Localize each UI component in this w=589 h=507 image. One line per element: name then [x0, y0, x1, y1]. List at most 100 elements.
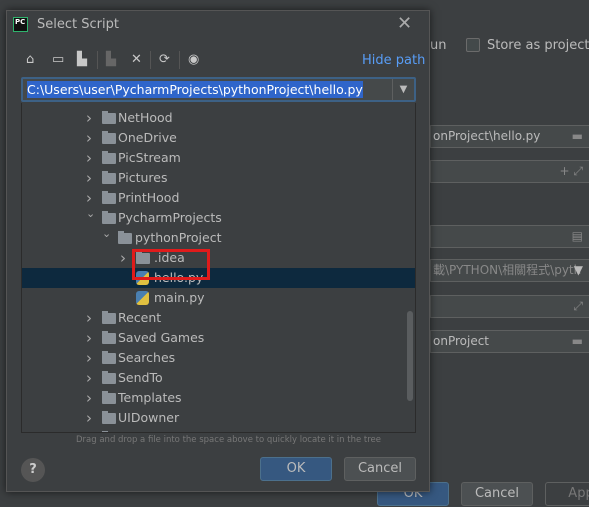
- folder-link-icon: [102, 371, 116, 384]
- desktop-icon[interactable]: ▭: [52, 52, 64, 67]
- store-as-project-checkbox[interactable]: [466, 38, 480, 52]
- tree-item-label: PicStream: [118, 150, 181, 165]
- chevron-right-icon[interactable]: ›: [86, 428, 92, 432]
- cancel-button[interactable]: Cancel: [344, 457, 416, 481]
- toolbar-divider: [150, 51, 151, 69]
- chevron-right-icon[interactable]: ›: [86, 308, 92, 328]
- chevron-down-icon[interactable]: ⌄: [86, 204, 95, 224]
- tree-item-label: SendTo: [118, 370, 163, 385]
- folder-icon: [102, 171, 116, 184]
- new-folder-icon[interactable]: ▙: [106, 52, 116, 67]
- close-icon[interactable]: ✕: [397, 13, 412, 34]
- tree-item-label: Saved Games: [118, 330, 205, 345]
- dialog-title: Select Script: [37, 17, 119, 32]
- tree-item-label: main.py: [154, 290, 205, 305]
- chevron-right-icon[interactable]: ›: [86, 348, 92, 368]
- tree-item[interactable]: › UIDowner: [22, 408, 415, 428]
- tree-item[interactable]: › PrintHood: [22, 188, 415, 208]
- folder-icon: [102, 211, 116, 224]
- pycharm-icon: PC: [13, 17, 28, 32]
- tree-item-label: pythonProject: [135, 230, 222, 245]
- drag-drop-hint: Drag and drop a file into the space abov…: [76, 435, 382, 445]
- tree-item[interactable]: › Recent: [22, 308, 415, 328]
- chevron-right-icon[interactable]: ›: [120, 248, 126, 268]
- delete-icon[interactable]: ✕: [131, 52, 142, 67]
- tree-item[interactable]: › Searches: [22, 348, 415, 368]
- tree-item-label: NetHood: [118, 110, 173, 125]
- env-vars-field[interactable]: ▤: [430, 225, 589, 248]
- chevron-right-icon[interactable]: ›: [86, 408, 92, 428]
- help-button[interactable]: ?: [21, 458, 45, 482]
- chevron-right-icon[interactable]: ›: [86, 148, 92, 168]
- working-dir-value: onProject: [433, 334, 490, 348]
- path-input[interactable]: C:\Users\user\PycharmProjects\pythonProj…: [21, 77, 416, 102]
- expand-icon[interactable]: + ⤢: [560, 161, 583, 182]
- run-label-partial: un: [430, 38, 447, 53]
- chevron-down-icon[interactable]: ⌄: [102, 224, 111, 244]
- tree-item-label: Videos: [118, 428, 160, 432]
- python-file-icon: [136, 291, 149, 305]
- folder-icon: [102, 351, 116, 364]
- select-script-dialog: PC Select Script ✕ ⌂ ▭ ▙ ▙ ✕ ⟳ ◉ Hide pa…: [6, 10, 430, 492]
- working-dir-field[interactable]: onProject ▬: [430, 330, 589, 353]
- tree-item[interactable]: › PicStream: [22, 148, 415, 168]
- tree-item[interactable]: › OneDrive: [22, 128, 415, 148]
- chevron-right-icon[interactable]: ›: [86, 108, 92, 128]
- folder-icon: [102, 151, 116, 164]
- expand-icon[interactable]: ⤢: [573, 296, 583, 317]
- tree-item-label: Searches: [118, 350, 176, 365]
- tree-item[interactable]: › SendTo: [22, 368, 415, 388]
- path-input-value: C:\Users\user\PycharmProjects\pythonProj…: [27, 81, 363, 98]
- highlight-box: [132, 249, 210, 280]
- chevron-right-icon[interactable]: ›: [86, 388, 92, 408]
- script-path-value: onProject\hello.py: [433, 129, 541, 143]
- chevron-right-icon[interactable]: ›: [86, 128, 92, 148]
- folder-link-icon: [102, 311, 116, 324]
- toolbar-divider: [179, 51, 180, 69]
- chevron-down-icon[interactable]: ▼: [574, 260, 583, 281]
- chevron-right-icon[interactable]: ›: [86, 328, 92, 348]
- tree-item[interactable]: hello.py: [22, 268, 415, 288]
- tree-scrollbar[interactable]: [407, 311, 413, 401]
- show-hidden-icon[interactable]: ◉: [188, 52, 199, 67]
- tree-item[interactable]: › Pictures: [22, 168, 415, 188]
- tree-item[interactable]: › NetHood: [22, 108, 415, 128]
- bg-cancel-button[interactable]: Cancel: [461, 482, 533, 506]
- path-history-dropdown[interactable]: ▼: [392, 79, 414, 100]
- folder-icon[interactable]: ▬: [572, 126, 583, 147]
- ok-button[interactable]: OK: [260, 457, 332, 481]
- tree-item[interactable]: ⌄ PycharmProjects: [22, 207, 415, 228]
- file-tree[interactable]: › NetHood › OneDrive › PicStream › Pictures › Pri…: [21, 103, 416, 433]
- tree-item-label: OneDrive: [118, 130, 177, 145]
- folder-icon: [118, 231, 132, 244]
- interpreter-options-field[interactable]: ⤢: [430, 295, 589, 318]
- refresh-icon[interactable]: ⟳: [159, 52, 170, 67]
- tree-item[interactable]: › .idea: [22, 248, 415, 268]
- home-icon[interactable]: ⌂: [26, 52, 34, 67]
- tree-item[interactable]: › Saved Games: [22, 328, 415, 348]
- tree-item[interactable]: ⌄ pythonProject: [22, 227, 415, 248]
- tree-item[interactable]: › Templates: [22, 388, 415, 408]
- folder-link-icon: [102, 191, 116, 204]
- document-icon[interactable]: ▤: [572, 226, 583, 247]
- chevron-right-icon[interactable]: ›: [86, 168, 92, 188]
- tree-item-label: PycharmProjects: [118, 210, 222, 225]
- bg-apply-button[interactable]: App: [545, 482, 589, 506]
- toolbar-divider: [97, 51, 98, 69]
- project-folder-icon[interactable]: ▙: [77, 52, 87, 67]
- folder-link-icon: [102, 391, 116, 404]
- chevron-right-icon[interactable]: ›: [86, 368, 92, 388]
- script-path-field[interactable]: onProject\hello.py ▬: [430, 125, 589, 148]
- tree-item[interactable]: main.py: [22, 288, 415, 308]
- hide-path-link[interactable]: Hide path: [362, 53, 425, 68]
- folder-icon[interactable]: ▬: [572, 331, 583, 352]
- parameters-field[interactable]: + ⤢: [430, 160, 589, 183]
- interpreter-select[interactable]: 載\PYTHON\相關程式\pyth ▼: [430, 259, 589, 282]
- tree-item-label: Pictures: [118, 170, 168, 185]
- tree-item-label: PrintHood: [118, 190, 180, 205]
- folder-link-icon: [102, 111, 116, 124]
- tree-item-label: Templates: [118, 390, 182, 405]
- tree-item-label: Recent: [118, 310, 162, 325]
- store-as-project-label: Store as project fil: [487, 38, 589, 53]
- tree-item[interactable]: › Videos: [22, 428, 415, 432]
